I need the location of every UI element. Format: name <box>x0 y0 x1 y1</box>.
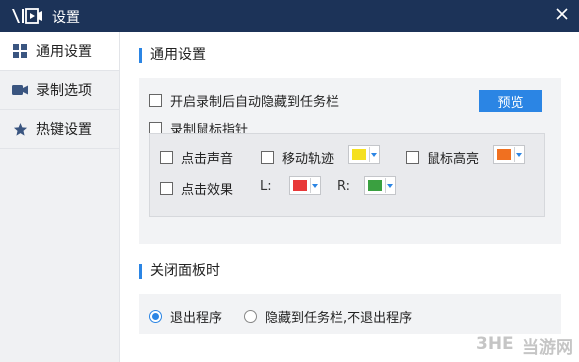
star-icon <box>12 121 28 137</box>
auto-hide-checkbox[interactable] <box>149 94 162 107</box>
move-track-label: 移动轨迹 <box>282 152 335 167</box>
highlight-label: 鼠标高亮 <box>427 152 480 167</box>
highlight-checkbox[interactable] <box>406 151 419 164</box>
close-panel-options: 退出程序 隐藏到任务栏,不退出程序 <box>139 294 561 334</box>
left-click-label: L: <box>260 179 272 194</box>
window-title: 设置 <box>52 10 80 26</box>
close-icon <box>556 8 568 24</box>
general-settings-panel: 开启录制后自动隐藏到任务栏 预览 录制鼠标指针 点击声音 移动轨迹 鼠标高亮 点… <box>139 78 561 244</box>
grid-icon <box>12 43 28 59</box>
move-track-option[interactable]: 移动轨迹 <box>261 148 334 167</box>
auto-hide-option[interactable]: 开启录制后自动隐藏到任务栏 <box>149 91 339 110</box>
sidebar-item-label: 录制选项 <box>36 83 92 99</box>
move-track-color-swatch <box>352 149 366 160</box>
watermark-logo-icon: 3HE <box>476 333 518 358</box>
left-click-color-picker[interactable] <box>289 176 321 195</box>
click-effect-checkbox[interactable] <box>160 182 173 195</box>
highlight-color-swatch <box>497 149 511 160</box>
main-content: 通用设置 开启录制后自动隐藏到任务栏 预览 录制鼠标指针 点击声音 移动轨迹 鼠… <box>121 32 579 362</box>
chevron-down-icon <box>514 147 522 162</box>
watermark-text: 当游网 <box>522 338 573 358</box>
right-click-color-swatch <box>368 180 382 191</box>
sidebar-item-record-options[interactable]: 录制选项 <box>0 71 119 110</box>
close-button[interactable] <box>545 0 579 32</box>
cursor-options-panel: 点击声音 移动轨迹 鼠标高亮 点击效果 L: R: <box>149 133 545 217</box>
hide-to-tray-radio[interactable] <box>244 310 257 323</box>
sidebar-item-hotkeys[interactable]: 热键设置 <box>0 110 119 149</box>
sidebar-item-label: 通用设置 <box>36 44 92 60</box>
right-click-label: R: <box>337 179 351 194</box>
highlight-option[interactable]: 鼠标高亮 <box>406 148 479 167</box>
click-sound-label: 点击声音 <box>181 152 234 167</box>
sidebar-item-general[interactable]: 通用设置 <box>0 32 119 71</box>
close-panel-section-title: 关闭面板时 <box>139 264 220 279</box>
exit-option[interactable]: 退出程序 <box>149 307 222 326</box>
sidebar-item-label: 热键设置 <box>36 122 92 138</box>
click-effect-option[interactable]: 点击效果 <box>160 179 233 198</box>
hide-to-tray-label: 隐藏到任务栏,不退出程序 <box>265 311 413 326</box>
video-logo-icon <box>10 6 44 26</box>
exit-label: 退出程序 <box>170 311 223 326</box>
chevron-down-icon <box>310 178 318 193</box>
chevron-down-icon <box>369 147 377 162</box>
svg-text:3HE: 3HE <box>476 334 514 353</box>
sidebar: 通用设置 录制选项 热键设置 <box>0 32 120 362</box>
auto-hide-label: 开启录制后自动隐藏到任务栏 <box>170 95 340 110</box>
title-bar: 设置 <box>0 0 579 32</box>
video-camera-icon <box>12 82 28 98</box>
click-sound-option[interactable]: 点击声音 <box>160 148 233 167</box>
preview-button[interactable]: 预览 <box>479 90 542 112</box>
hide-to-tray-option[interactable]: 隐藏到任务栏,不退出程序 <box>244 307 412 326</box>
move-track-checkbox[interactable] <box>261 151 274 164</box>
general-section-title: 通用设置 <box>139 48 206 63</box>
click-effect-label: 点击效果 <box>181 183 234 198</box>
move-track-color-picker[interactable] <box>348 145 380 164</box>
exit-radio[interactable] <box>149 310 162 323</box>
chevron-down-icon <box>385 178 393 193</box>
right-click-color-picker[interactable] <box>364 176 396 195</box>
click-sound-checkbox[interactable] <box>160 151 173 164</box>
left-click-color-swatch <box>293 180 307 191</box>
watermark: 3HE 当游网 <box>476 333 573 358</box>
highlight-color-picker[interactable] <box>493 145 525 164</box>
